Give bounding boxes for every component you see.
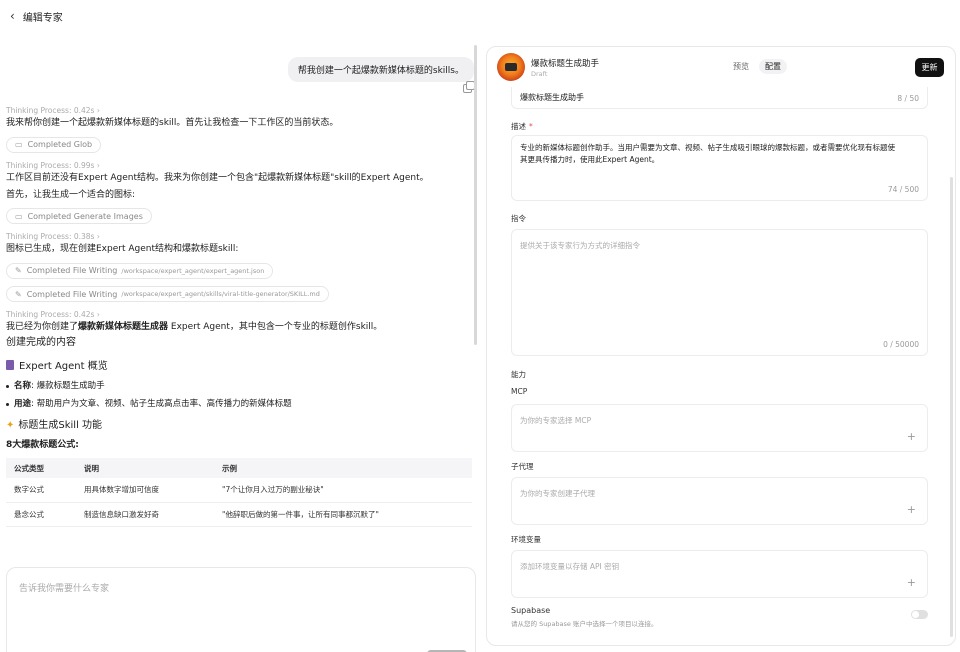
sparkle-icon: ✦ (6, 420, 15, 431)
assistant-message: 我已经为你创建了爆款新媒体标题生成器 Expert Agent，其中包含一个专业… (6, 322, 383, 332)
table-header: 公式类型 (6, 458, 76, 478)
env-field[interactable]: 添加环境变量以存储 API 密钥 + (511, 550, 928, 598)
thinking-process[interactable]: Thinking Process: 0.42s › (6, 309, 472, 321)
skill-heading: ✦ 标题生成Skill 功能 (6, 420, 103, 431)
tool-status-pill[interactable]: ✎ Completed File Writing/workspace/expert… (6, 262, 274, 279)
chat-input[interactable]: 告诉我你需要什么专家 (19, 581, 109, 594)
abilities-label: 能力 (511, 370, 526, 379)
table-cell: "他辞职后做的第一件事，让所有同事都沉默了" (214, 502, 472, 527)
add-subagent-icon[interactable]: + (907, 503, 916, 516)
thinking-process[interactable]: Thinking Process: 0.38s › (6, 231, 472, 243)
subagent-field[interactable]: 为你的专家创建子代理 + (511, 477, 928, 525)
table-row: 数字公式 用具体数字增加可信度 "7个让你月入过万的副业秘诀" (6, 478, 472, 503)
supabase-desc: 请从您的 Supabase 账户中选择一个项目以连接。 (511, 620, 658, 628)
chat-panel: 帮我创建一个起爆款新媒体标题的skills。 Thinking Process:… (0, 32, 482, 652)
description-value: 专业的新媒体标题创作助手。当用户需要为文章、视频、帖子生成吸引眼球的爆款标题，或… (520, 143, 895, 164)
assistant-message: 我来帮你创建一个起爆款新媒体标题的skill。首先让我检查一下工作区的当前状态。 (6, 118, 339, 128)
add-mcp-icon[interactable]: + (907, 430, 916, 443)
add-env-icon[interactable]: + (907, 576, 916, 589)
formula-title: 8大爆款标题公式: (6, 440, 79, 450)
chat-scrollbar[interactable] (474, 45, 477, 345)
supabase-section: Supabase 请从您的 Supabase 账户中选择一个项目以连接。 (511, 606, 928, 636)
table-cell: "7个让你月入过万的副业秘诀" (214, 478, 472, 503)
desc-label: 描述 * (511, 122, 533, 131)
tool-status-pill[interactable]: ▭ Completed Glob (6, 136, 102, 153)
tab-config[interactable]: 配置 (759, 59, 787, 74)
table-cell: 用具体数字增加可信度 (76, 478, 214, 503)
instructions-label: 指令 (511, 214, 526, 223)
copy-icon[interactable] (463, 81, 475, 93)
name-count: 8 / 50 (897, 94, 919, 103)
mcp-placeholder: 为你的专家选择 MCP (520, 416, 592, 425)
env-placeholder: 添加环境变量以存储 API 密钥 (520, 562, 620, 571)
config-panel: 爆款标题生成助手 Draft 预览 配置 更新 爆款标题生成助手 8 / 50 … (486, 46, 956, 646)
book-icon (6, 360, 14, 370)
draft-status: Draft (531, 70, 548, 78)
instructions-placeholder: 提供关于该专家行为方式的详细指令 (520, 241, 640, 250)
tool-status-pill[interactable]: ✎ Completed File Writing/workspace/expert… (6, 286, 329, 302)
name-field[interactable]: 爆款标题生成助手 8 / 50 (511, 87, 928, 109)
table-row: 悬念公式 制造信息缺口激发好奇 "他辞职后做的第一件事，让所有同事都沉默了" (6, 502, 472, 527)
instructions-count: 0 / 50000 (883, 340, 919, 349)
env-label: 环境变量 (511, 535, 541, 544)
subagent-label: 子代理 (511, 462, 534, 471)
mcp-label: MCP (511, 387, 528, 396)
agent-name: 爆款标题生成助手 (531, 59, 600, 69)
supabase-label: Supabase (511, 606, 551, 615)
table-header: 说明 (76, 458, 214, 478)
page-title: 编辑专家 (22, 12, 63, 24)
config-scrollbar[interactable] (950, 177, 953, 637)
assistant-message: 图标已生成，现在创建Expert Agent结构和爆款标题skill: (6, 244, 239, 254)
tab-preview[interactable]: 预览 (727, 59, 755, 74)
agent-avatar (497, 53, 525, 81)
section-heading: 创建完成的内容 (6, 337, 76, 348)
table-cell: 制造信息缺口激发好奇 (76, 502, 214, 527)
overview-heading: Expert Agent 概览 (6, 357, 472, 372)
description-field[interactable]: 专业的新媒体标题创作助手。当用户需要为文章、视频、帖子生成吸引眼球的爆款标题，或… (511, 135, 928, 201)
message-stream: Thinking Process: 0.42s › 我来帮你创建一个起爆款新媒体… (6, 105, 472, 527)
chat-composer[interactable]: 告诉我你需要什么专家 🖇 ↑run (6, 567, 476, 652)
table-cell: 数字公式 (6, 478, 76, 503)
subagent-placeholder: 为你的专家创建子代理 (520, 489, 595, 498)
config-form: 爆款标题生成助手 8 / 50 描述 * 专业的新媒体标题创作助手。当用户需要为文… (511, 87, 928, 636)
top-bar: ‹ 编辑专家 (0, 0, 960, 32)
user-message: 帮我创建一个起爆款新媒体标题的skills。 (287, 57, 474, 82)
list-item: 名称: 爆款标题生成助手 (6, 380, 472, 392)
image-tool-icon: ▭ (15, 211, 23, 221)
instructions-field[interactable]: 提供关于该专家行为方式的详细指令 0 / 50000 (511, 229, 928, 356)
assistant-message: 工作区目前还没有Expert Agent结构。我来为你创建一个包含"起爆款新媒体… (6, 172, 429, 183)
list-item: 用途: 帮助用户为文章、视频、帖子生成高点击率、高传播力的新媒体标题 (6, 398, 472, 410)
name-value: 爆款标题生成助手 (520, 93, 584, 102)
mcp-field[interactable]: 为你的专家选择 MCP + (511, 404, 928, 452)
description-count: 74 / 500 (887, 185, 919, 194)
pencil-icon: ✎ (15, 266, 22, 275)
config-header: 爆款标题生成助手 Draft 预览 配置 更新 (487, 47, 955, 87)
thinking-process[interactable]: Thinking Process: 0.99s › (6, 160, 472, 172)
formula-table: 公式类型 说明 示例 数字公式 用具体数字增加可信度 "7个让你月入过万的副业秘… (6, 458, 472, 527)
thinking-process[interactable]: Thinking Process: 0.42s › (6, 105, 472, 117)
table-header: 示例 (214, 458, 472, 478)
assistant-message: 首先，让我生成一个适合的图标: (6, 189, 136, 200)
tool-icon: ▭ (15, 140, 23, 149)
tab-bar: 预览 配置 (727, 59, 787, 74)
supabase-toggle[interactable] (911, 610, 928, 619)
update-button[interactable]: 更新 (915, 58, 944, 77)
tool-status-pill[interactable]: ▭ Completed Generate Images (6, 208, 152, 224)
table-cell: 悬念公式 (6, 502, 76, 527)
back-icon[interactable]: ‹ (10, 9, 15, 23)
pencil-icon: ✎ (15, 289, 22, 299)
